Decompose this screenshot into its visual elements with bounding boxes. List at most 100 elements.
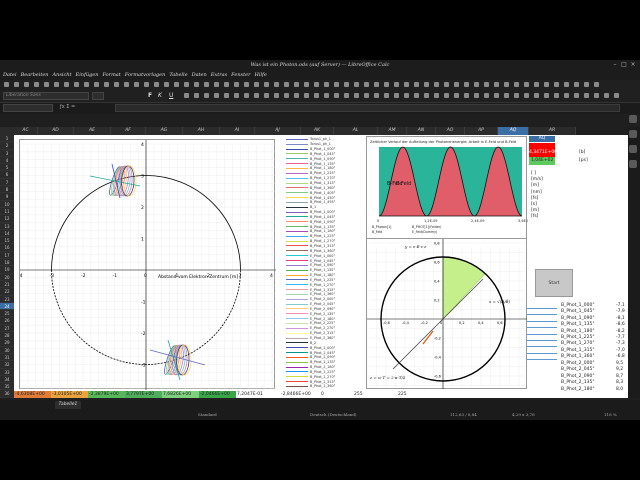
row-header[interactable]: 30 <box>0 346 14 354</box>
toolbar-button-icon[interactable] <box>594 82 599 87</box>
toolbar-button-icon[interactable] <box>374 82 379 87</box>
toolbar-button-icon[interactable] <box>144 82 149 87</box>
toolbar-button-icon[interactable] <box>184 93 189 98</box>
toolbar-button-icon[interactable] <box>464 82 469 87</box>
toolbar-button-icon[interactable] <box>24 82 29 87</box>
column-header[interactable]: AJ <box>255 127 301 135</box>
toolbar-button-icon[interactable] <box>404 82 409 87</box>
torus-chart[interactable]: -4-3-2-1012344321-1-2-3-4Abstand vom Ele… <box>18 139 276 400</box>
toolbar-button-icon[interactable] <box>584 93 589 98</box>
toolbar-button-icon[interactable] <box>154 82 159 87</box>
toolbar-button-icon[interactable] <box>244 93 249 98</box>
row-header[interactable]: 2 <box>0 142 14 150</box>
row-header[interactable]: 13 <box>0 222 14 230</box>
toolbar-button-icon[interactable] <box>224 93 229 98</box>
gallery-icon[interactable] <box>629 145 637 153</box>
toolbar-button-icon[interactable] <box>334 82 339 87</box>
bottom-cell[interactable]: 255 <box>353 391 397 398</box>
toolbar-button-icon[interactable] <box>314 93 319 98</box>
row-header[interactable]: 27 <box>0 324 14 333</box>
start-button[interactable]: Start <box>535 269 573 297</box>
toolbar-button-icon[interactable] <box>604 93 609 98</box>
toolbar-button-icon[interactable] <box>404 93 409 98</box>
toolbar-button-icon[interactable] <box>484 82 489 87</box>
toolbar-button-icon[interactable] <box>584 82 589 87</box>
toolbar-button-icon[interactable] <box>264 82 269 87</box>
row-header[interactable]: 26 <box>0 317 14 325</box>
toolbar-button-icon[interactable] <box>294 93 299 98</box>
navigator-icon[interactable] <box>629 160 637 168</box>
row-header[interactable]: 21 <box>0 280 14 289</box>
toolbar-button-icon[interactable] <box>124 82 129 87</box>
toolbar-button-icon[interactable] <box>354 82 359 87</box>
toolbar-button-icon[interactable] <box>114 82 119 87</box>
row-header[interactable]: 10 <box>0 200 14 208</box>
close-icon[interactable]: × <box>630 62 636 68</box>
column-header[interactable]: AR <box>529 127 576 135</box>
menu-item[interactable]: Daten <box>192 72 207 78</box>
toolbar-button-icon[interactable] <box>314 82 319 87</box>
bottom-cell[interactable]: -2,3879E+00 <box>88 391 125 398</box>
row-header[interactable]: 35 <box>0 383 14 391</box>
toolbar-button-icon[interactable] <box>34 82 39 87</box>
row-header[interactable]: 36 <box>0 390 14 398</box>
toolbar-button-icon[interactable] <box>554 93 559 98</box>
toolbar-button-icon[interactable] <box>534 93 539 98</box>
row-header[interactable]: 11 <box>0 207 14 216</box>
toolbar-button-icon[interactable] <box>384 82 389 87</box>
column-header[interactable]: AL <box>334 127 378 135</box>
column-header[interactable]: AD <box>38 127 74 135</box>
underline-button[interactable]: U <box>169 92 173 100</box>
energy-chart[interactable]: Zeitlicher Verlauf der Aufteilung der Ph… <box>366 136 532 239</box>
menu-item[interactable]: Formatvorlagen <box>125 72 166 78</box>
toolbar-button-icon[interactable] <box>54 82 59 87</box>
toolbar-button-icon[interactable] <box>474 82 479 87</box>
bottom-cell[interactable]: -2,0466E+00 <box>199 391 236 398</box>
bottom-cell[interactable]: 7,2047E-01 <box>236 391 280 398</box>
zoom-level[interactable]: 118 % <box>604 410 617 420</box>
column-header[interactable]: AG <box>146 127 183 135</box>
toolbar-button-icon[interactable] <box>364 82 369 87</box>
properties-icon[interactable] <box>629 115 637 123</box>
bottom-cell[interactable]: 225 <box>397 391 427 398</box>
row-header[interactable]: 31 <box>0 353 14 362</box>
toolbar-button-icon[interactable] <box>94 82 99 87</box>
toolbar-button-icon[interactable] <box>244 82 249 87</box>
toolbar-button-icon[interactable] <box>504 93 509 98</box>
toolbar-button-icon[interactable] <box>454 93 459 98</box>
toolbar-button-icon[interactable] <box>204 82 209 87</box>
toolbar-button-icon[interactable] <box>414 82 419 87</box>
toolbar-button-icon[interactable] <box>574 93 579 98</box>
toolbar-button-icon[interactable] <box>394 93 399 98</box>
toolbar-button-icon[interactable] <box>524 93 529 98</box>
toolbar-button-icon[interactable] <box>474 93 479 98</box>
toolbar-button-icon[interactable] <box>64 82 69 87</box>
row-header[interactable]: 3 <box>0 149 14 157</box>
menu-item[interactable]: Extras <box>211 72 227 78</box>
bottom-cell[interactable]: -4,6308E+00 <box>14 391 51 398</box>
toolbar-button-icon[interactable] <box>374 93 379 98</box>
row-header[interactable]: 33 <box>0 368 14 376</box>
toolbar-button-icon[interactable] <box>214 93 219 98</box>
toolbar-button-icon[interactable] <box>44 82 49 87</box>
bottom-cell[interactable]: 3,7797E+00 <box>125 391 162 398</box>
column-header[interactable]: AM <box>378 127 407 135</box>
toolbar-button-icon[interactable] <box>134 82 139 87</box>
toolbar-button-icon[interactable] <box>554 82 559 87</box>
menu-item[interactable]: Format <box>102 72 120 78</box>
row-header[interactable]: 22 <box>0 288 14 296</box>
toolbar-button-icon[interactable] <box>184 82 189 87</box>
toolbar-button-icon[interactable] <box>284 82 289 87</box>
toolbar-button-icon[interactable] <box>304 82 309 87</box>
bold-button[interactable]: F <box>148 92 152 100</box>
toolbar-button-icon[interactable] <box>264 93 269 98</box>
toolbar-button-icon[interactable] <box>514 93 519 98</box>
row-header[interactable]: 20 <box>0 273 14 281</box>
toolbar-button-icon[interactable] <box>4 82 9 87</box>
toolbar-button-icon[interactable] <box>274 82 279 87</box>
styles-icon[interactable] <box>629 130 637 138</box>
toolbar-button-icon[interactable] <box>234 93 239 98</box>
row-header[interactable]: 32 <box>0 361 14 369</box>
row-header[interactable]: 17 <box>0 251 14 260</box>
menu-item[interactable]: Einfügen <box>76 72 99 78</box>
